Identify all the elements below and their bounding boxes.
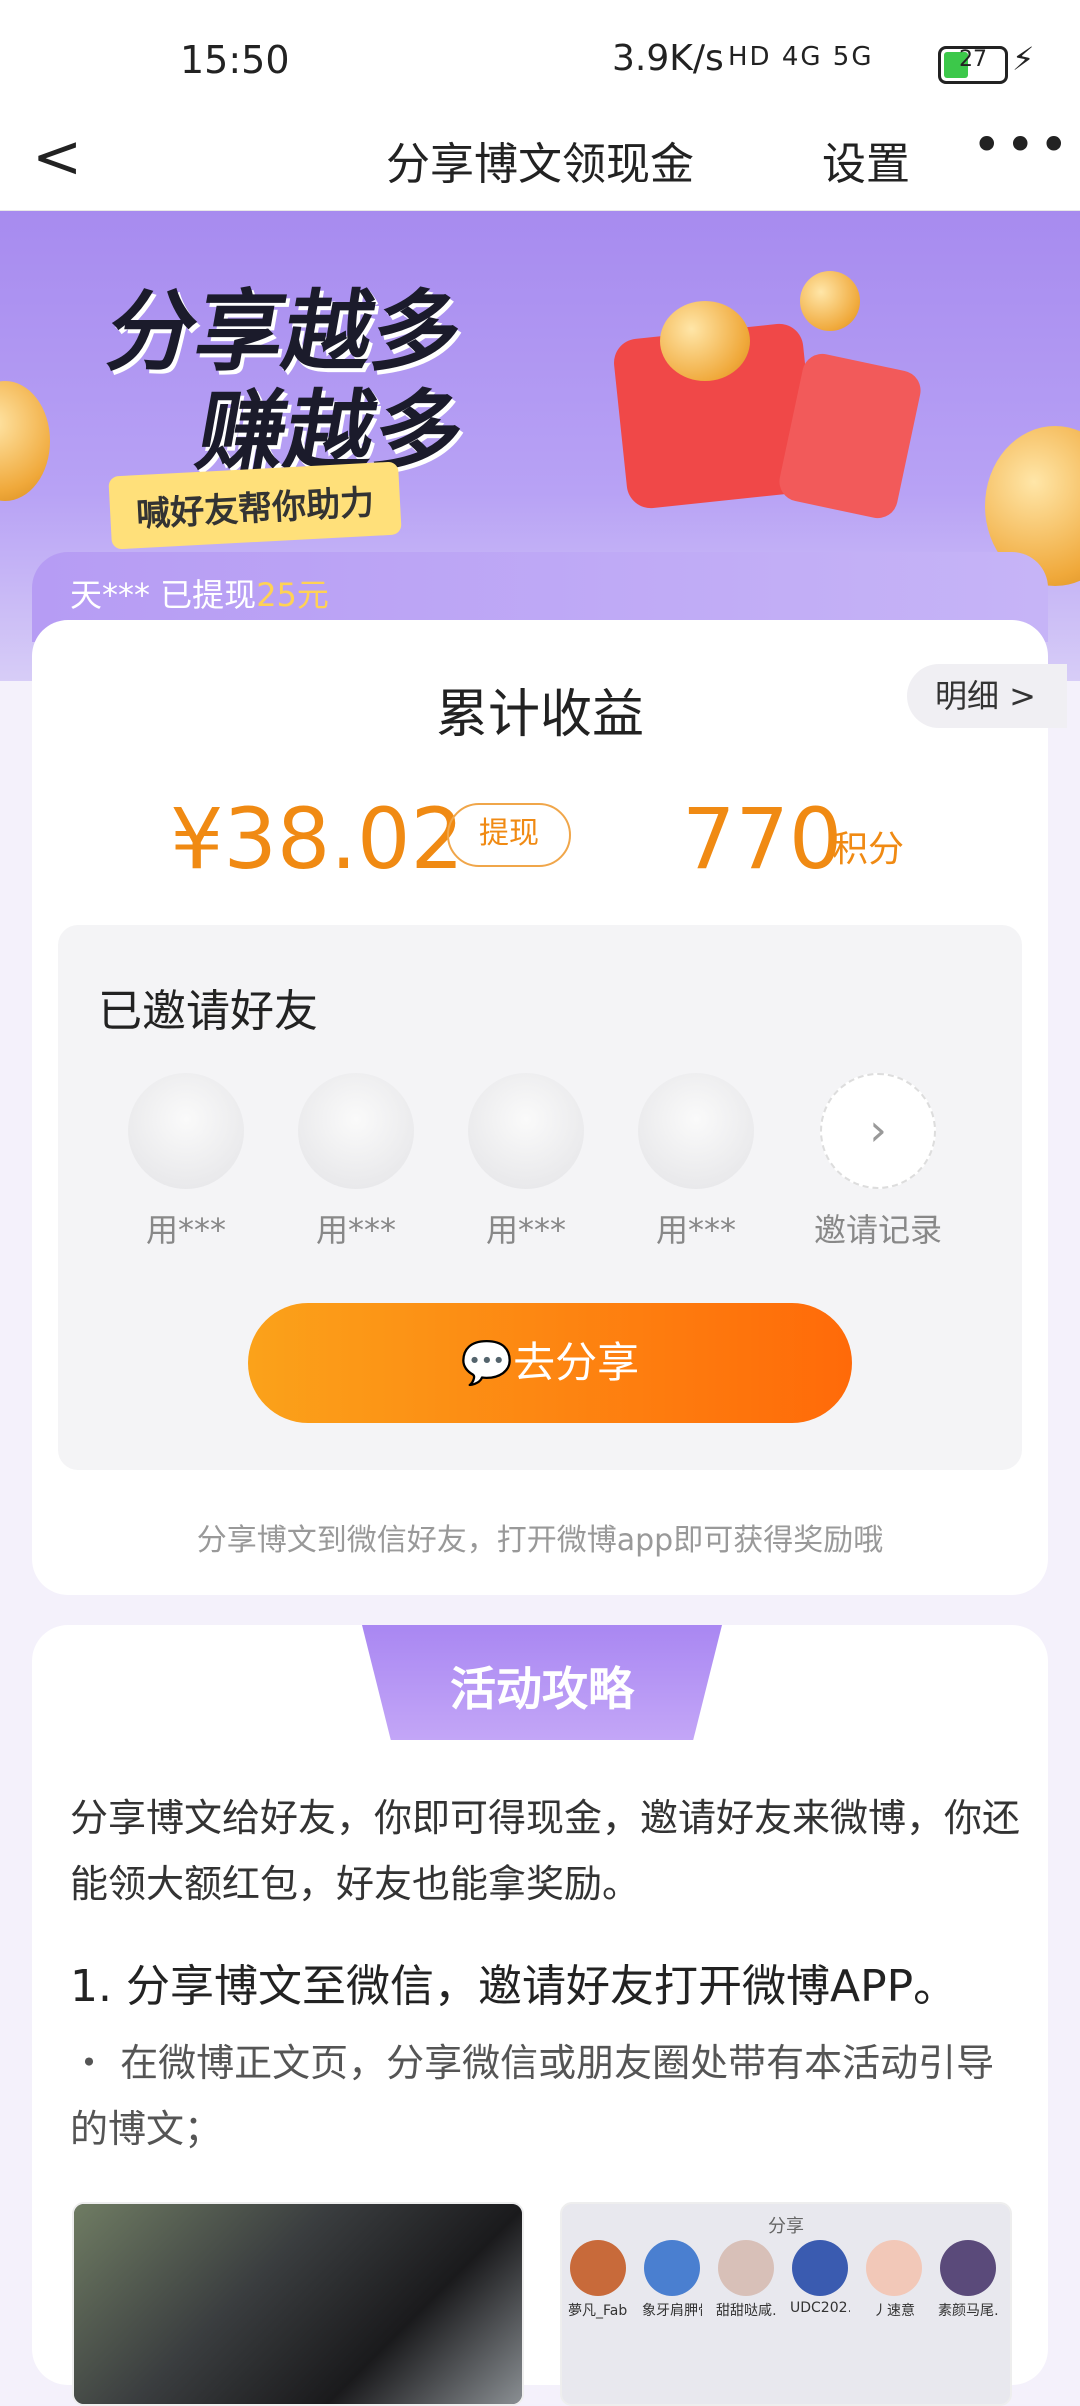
coin-icon [800, 271, 860, 331]
friend-item[interactable]: 用*** [626, 1073, 766, 1251]
avatar [468, 1073, 584, 1189]
invited-friends-panel: 已邀请好友 用*** 用*** 用*** 用*** › 邀请记录 💬去分享 [58, 925, 1022, 1470]
invite-record-label: 邀请记录 [813, 1211, 942, 1249]
friend-name: 用*** [485, 1211, 566, 1249]
share-sheet-title: 分享 [768, 2216, 804, 2237]
share-target: 夢凡_Fab… [568, 2240, 628, 2320]
guide-step-1: 1. 分享博文至微信，邀请好友打开微博APP。 [70, 1961, 958, 2012]
status-bar: 15:50 3.9K/s HD 4G 5G 27 ⚡ [0, 0, 1080, 110]
friend-item[interactable]: 用*** [456, 1073, 596, 1251]
share-target: 素颜马尾… [938, 2240, 998, 2320]
wechat-icon: 💬 [460, 1338, 514, 1387]
detail-button[interactable]: 明细 > [907, 664, 1067, 728]
signal-icons: HD 4G 5G [728, 42, 874, 72]
avatar [638, 1073, 754, 1189]
share-hint: 分享博文到微信好友，打开微博app即可获得奖励哦 [196, 1523, 884, 1558]
share-target: 象牙肩胛骨 [642, 2240, 702, 2320]
share-target: 丿速意 [864, 2240, 924, 2320]
share-target-name: 甜甜哒咸… [716, 2303, 776, 2319]
example-image-share-sheet: 分享 夢凡_Fab… 象牙肩胛骨 甜甜哒咸… UDC202… 丿速意 素颜马尾… [560, 2202, 1012, 2406]
share-button[interactable]: 💬去分享 [248, 1303, 852, 1423]
share-target-name: 素颜马尾… [938, 2303, 998, 2319]
status-net-speed: 3.9K/s [612, 38, 724, 79]
charging-icon: ⚡ [1012, 40, 1035, 78]
battery-level: 27 [959, 47, 987, 72]
coin-icon [660, 301, 750, 381]
guide-bullet-1: ・ 在微博正文页，分享微信或朋友圈处带有本活动引导的博文； [70, 2041, 995, 2151]
points-amount: 770 [682, 790, 843, 888]
battery-icon: 27 [938, 46, 1008, 84]
share-target: 甜甜哒咸… [716, 2240, 776, 2320]
invited-friends-title: 已邀请好友 [98, 986, 318, 1037]
nav-bar: < 分享博文领现金 设置 ••• [0, 110, 1080, 211]
share-button-label: 去分享 [513, 1338, 640, 1387]
withdraw-button[interactable]: 提现 [447, 803, 571, 867]
share-target-name: 夢凡_Fab… [568, 2303, 628, 2319]
cash-amount: ¥38.02 [170, 790, 464, 888]
friend-name: 用*** [315, 1211, 396, 1249]
ticker-text: 天*** 已提现 [70, 576, 257, 614]
friend-name: 用*** [145, 1211, 226, 1249]
friend-item[interactable]: 用*** [116, 1073, 256, 1251]
share-target-name: 丿速意 [873, 2303, 915, 2319]
guide-card: 活动攻略 分享博文给好友，你即可得现金，邀请好友来微博，你还能领大额红包，好友也… [32, 1625, 1048, 2406]
earnings-title: 累计收益 [435, 685, 644, 745]
more-icon[interactable]: ••• [972, 116, 1072, 174]
guide-ribbon: 活动攻略 [362, 1625, 722, 1740]
invite-record-button[interactable]: › 邀请记录 [793, 1073, 963, 1251]
friend-item[interactable]: 用*** [286, 1073, 426, 1251]
status-time: 15:50 [180, 38, 290, 82]
friend-name: 用*** [655, 1211, 736, 1249]
share-target-name: 象牙肩胛骨 [642, 2303, 702, 2319]
banner-tag: 喊好友帮你助力 [108, 461, 402, 550]
chevron-right-icon: › [820, 1073, 936, 1189]
example-image-dog [72, 2202, 524, 2406]
share-target-name: UDC202… [790, 2300, 850, 2316]
guide-ribbon-title: 活动攻略 [450, 1662, 634, 1716]
avatar [298, 1073, 414, 1189]
earnings-card: 累计收益 明细 > ¥38.02 提现 770 积分 已邀请好友 用*** 用*… [32, 620, 1067, 1595]
guide-intro: 分享博文给好友，你即可得现金，邀请好友来微博，你还能领大额红包，好友也能拿奖励。 [70, 1796, 1021, 1906]
coin-icon [0, 381, 50, 501]
avatar [128, 1073, 244, 1189]
points-unit: 积分 [832, 829, 905, 870]
settings-button[interactable]: 设置 [822, 128, 910, 192]
ticker-amount: 25元 [256, 576, 329, 614]
share-target: UDC202… [790, 2240, 850, 2316]
page-title: 分享博文领现金 [386, 139, 694, 190]
